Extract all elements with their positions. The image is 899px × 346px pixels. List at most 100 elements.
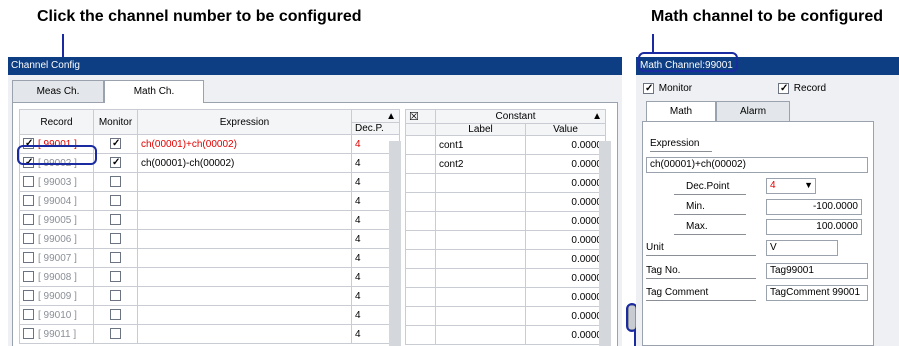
record-channel-number[interactable]: [ 99006 ] <box>38 234 77 245</box>
record-channel-number[interactable]: [ 99011 ] <box>38 329 76 340</box>
constant-value-cell[interactable]: 0.0000 <box>525 268 606 288</box>
record-checkbox[interactable] <box>23 328 34 340</box>
constant-row-selector[interactable] <box>405 287 436 307</box>
constant-value-cell[interactable]: 0.0000 <box>525 287 606 307</box>
record-checkbox[interactable] <box>23 176 34 188</box>
record-channel-number[interactable]: [ 99009 ] <box>38 291 77 302</box>
constant-row-selector[interactable] <box>405 249 436 269</box>
constant-value-cell[interactable]: 0.0000 <box>525 230 606 250</box>
expression-cell[interactable] <box>137 229 352 249</box>
table-row[interactable]: [ 99005 ] 4 <box>19 210 400 230</box>
constant-label-cell[interactable] <box>435 211 526 231</box>
constant-table-scrollbar[interactable] <box>599 141 611 346</box>
constant-label-cell[interactable] <box>435 306 526 326</box>
constant-row-selector[interactable] <box>405 135 436 155</box>
record-cell[interactable]: [ 99011 ] <box>19 324 94 344</box>
expression-cell[interactable] <box>137 248 352 268</box>
monitor-cell[interactable] <box>93 324 138 344</box>
chevron-down-icon[interactable]: ▼ <box>804 179 813 192</box>
col-header-dec-point[interactable]: Dec.P. <box>351 122 400 135</box>
constant-label-cell[interactable] <box>435 192 526 212</box>
expression-cell[interactable] <box>137 210 352 230</box>
constant-row-selector[interactable] <box>405 268 436 288</box>
constant-label-cell[interactable] <box>435 249 526 269</box>
monitor-cell[interactable] <box>93 153 138 173</box>
expression-input[interactable]: ch(00001)+ch(00002) <box>646 157 868 173</box>
monitor-checkbox[interactable] <box>110 309 121 321</box>
monitor-cell[interactable] <box>93 210 138 230</box>
record-cell[interactable]: [ 99010 ] <box>19 305 94 325</box>
constant-row-selector[interactable] <box>405 154 436 174</box>
constant-row[interactable]: 0.0000 <box>405 211 606 231</box>
monitor-checkbox[interactable] <box>643 83 654 94</box>
record-cell[interactable]: [ 99006 ] <box>19 229 94 249</box>
unit-input[interactable]: V <box>766 240 838 256</box>
constant-label-cell[interactable] <box>435 230 526 250</box>
monitor-cell[interactable] <box>93 267 138 287</box>
col-header-value[interactable]: Value <box>525 123 606 136</box>
monitor-checkbox[interactable] <box>110 138 121 150</box>
constant-label-cell[interactable] <box>435 325 526 345</box>
table-row[interactable]: [ 99003 ] 4 <box>19 172 400 192</box>
monitor-checkbox[interactable] <box>110 252 121 264</box>
dec-point-select[interactable]: 4 ▼ <box>766 178 816 194</box>
constant-value-cell[interactable]: 0.0000 <box>525 173 606 193</box>
constant-label-cell[interactable] <box>435 173 526 193</box>
table-row[interactable]: [ 99004 ] 4 <box>19 191 400 211</box>
constant-row[interactable]: 0.0000 <box>405 306 606 326</box>
constant-row[interactable]: 0.0000 <box>405 268 606 288</box>
monitor-cell[interactable] <box>93 286 138 306</box>
expression-cell[interactable] <box>137 305 352 325</box>
constant-label-cell[interactable] <box>435 287 526 307</box>
record-cell[interactable]: [ 99005 ] <box>19 210 94 230</box>
constant-row[interactable]: 0.0000 <box>405 325 606 345</box>
monitor-cell[interactable] <box>93 229 138 249</box>
col-header-record[interactable]: Record <box>19 109 94 135</box>
monitor-cell[interactable] <box>93 305 138 325</box>
monitor-checkbox[interactable] <box>110 233 121 245</box>
table-row[interactable]: [ 99010 ] 4 <box>19 305 400 325</box>
expression-cell[interactable]: ch(00001)-ch(00002) <box>137 153 352 173</box>
constant-row[interactable]: cont1 0.0000 <box>405 135 606 155</box>
monitor-checkbox[interactable] <box>110 176 121 188</box>
table-row[interactable]: [ 99008 ] 4 <box>19 267 400 287</box>
constant-value-cell[interactable]: 0.0000 <box>525 211 606 231</box>
constant-row-selector[interactable] <box>405 173 436 193</box>
monitor-checkbox[interactable] <box>110 214 121 226</box>
constant-label-cell[interactable]: cont1 <box>435 135 526 155</box>
record-cell[interactable]: [ 99004 ] <box>19 191 94 211</box>
sort-up-icon[interactable]: ▲ <box>351 109 400 123</box>
record-cell[interactable]: [ 99003 ] <box>19 172 94 192</box>
expression-cell[interactable] <box>137 267 352 287</box>
tag-comment-input[interactable]: TagComment 99001 <box>766 285 868 301</box>
record-cell[interactable]: [ 99008 ] <box>19 267 94 287</box>
tab-math-ch[interactable]: Math Ch. <box>104 80 204 103</box>
record-checkbox[interactable] <box>23 309 34 321</box>
constant-select-all-icon[interactable]: ☒ <box>405 109 436 124</box>
record-checkbox[interactable] <box>23 252 34 264</box>
constant-row-selector[interactable] <box>405 325 436 345</box>
monitor-checkbox[interactable] <box>110 328 121 340</box>
constant-row-selector[interactable] <box>405 230 436 250</box>
record-channel-number[interactable]: [ 99004 ] <box>38 196 77 207</box>
record-channel-number[interactable]: [ 99007 ] <box>38 253 77 264</box>
record-channel-number[interactable]: [ 99010 ] <box>38 310 77 321</box>
col-header-monitor[interactable]: Monitor <box>93 109 138 135</box>
table-row[interactable]: [ 99011 ] 4 <box>19 324 400 344</box>
tab-alarm[interactable]: Alarm <box>716 101 790 121</box>
record-checkbox[interactable] <box>23 271 34 283</box>
monitor-cell[interactable] <box>93 134 138 154</box>
tab-math[interactable]: Math <box>646 101 716 121</box>
monitor-checkbox[interactable] <box>110 195 121 207</box>
constant-value-cell[interactable]: 0.0000 <box>525 249 606 269</box>
table-row[interactable]: [ 99007 ] 4 <box>19 248 400 268</box>
constant-label-cell[interactable] <box>435 268 526 288</box>
col-header-expression[interactable]: Expression <box>137 109 352 135</box>
record-checkbox[interactable] <box>23 214 34 226</box>
table-row[interactable]: [ 99009 ] 4 <box>19 286 400 306</box>
expression-cell[interactable]: ch(00001)+ch(00002) <box>137 134 352 154</box>
monitor-cell[interactable] <box>93 248 138 268</box>
constant-value-cell[interactable]: 0.0000 <box>525 306 606 326</box>
monitor-cell[interactable] <box>93 191 138 211</box>
tab-meas-ch[interactable]: Meas Ch. <box>12 80 104 102</box>
